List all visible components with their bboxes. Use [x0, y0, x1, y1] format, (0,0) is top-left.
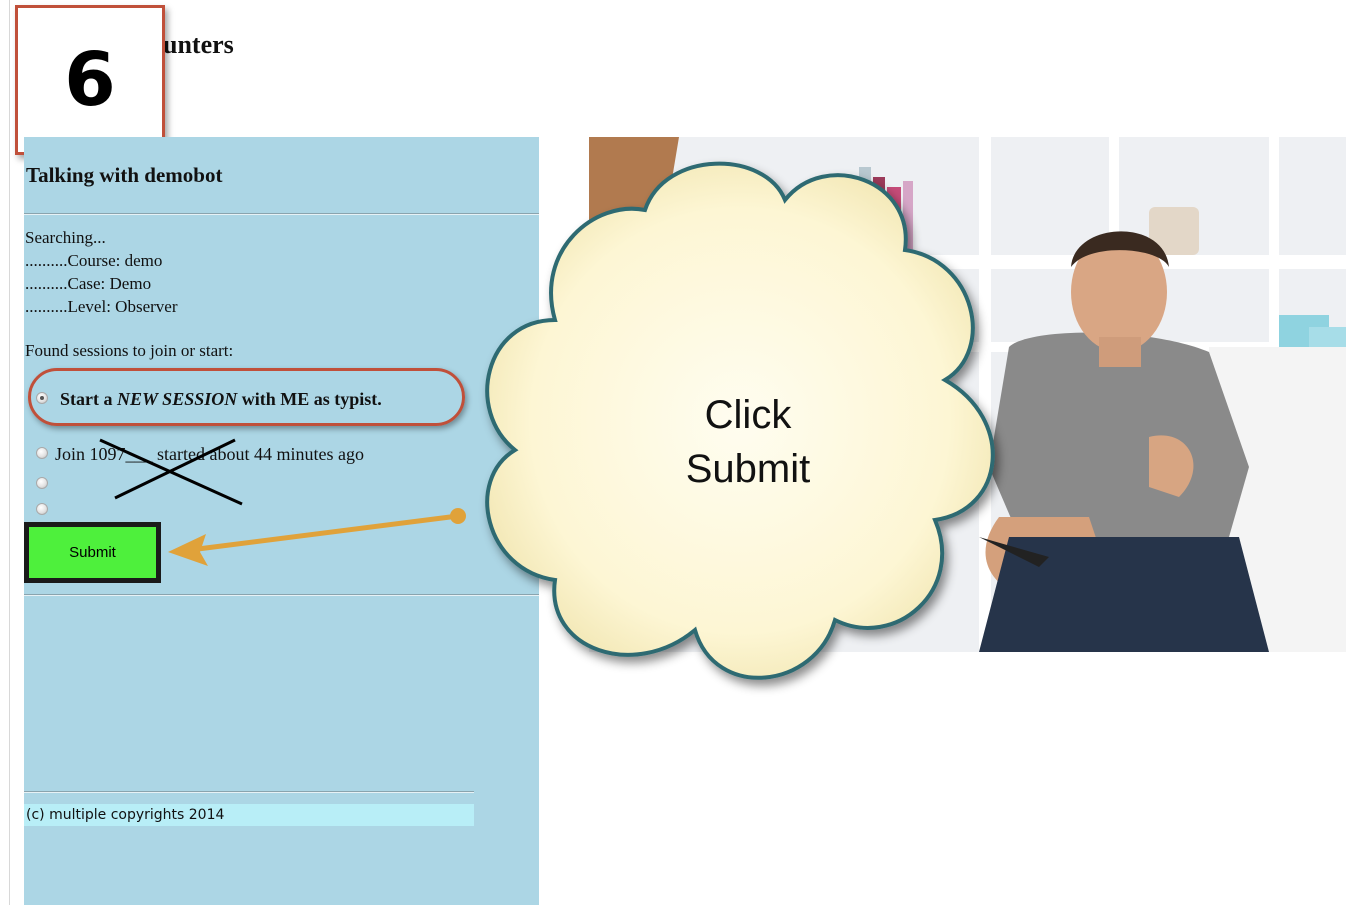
panel-title: Talking with demobot — [26, 163, 223, 187]
divider — [24, 594, 539, 596]
pointer-arrow-icon — [168, 508, 466, 566]
callout-line-1: Click — [704, 393, 792, 437]
callout-line-2: Submit — [685, 447, 811, 491]
status-case: ..........Case: Demo — [25, 274, 152, 293]
radio-join-session[interactable] — [36, 447, 48, 459]
found-sessions-label: Found sessions to join or start: — [25, 341, 234, 360]
radio-blank-option-2[interactable] — [36, 503, 48, 515]
status-course: ..........Course: demo — [25, 251, 163, 270]
status-level: ..........Level: Observer — [25, 297, 178, 316]
submit-button[interactable]: Submit — [29, 527, 156, 578]
copyright-footer: (c) multiple copyrights 2014 — [24, 804, 474, 826]
option-new-session-label[interactable]: Start a NEW SESSION with ME as typist. — [60, 389, 382, 410]
footer-divider — [24, 791, 474, 793]
page-left-border — [9, 0, 10, 905]
submit-highlight-frame: Submit — [24, 522, 161, 583]
step-number-badge: 6 — [15, 5, 165, 155]
callout-text: Click Submit — [648, 388, 848, 496]
option-new-session-suffix: with ME as typist. — [237, 389, 382, 409]
option-new-session-prefix: Start a — [60, 389, 117, 409]
radio-new-session[interactable] — [36, 392, 48, 404]
status-searching: Searching... — [25, 228, 106, 247]
radio-blank-option-1[interactable] — [36, 477, 48, 489]
option-new-session-emphasis: NEW SESSION — [117, 389, 238, 409]
divider — [24, 213, 539, 215]
